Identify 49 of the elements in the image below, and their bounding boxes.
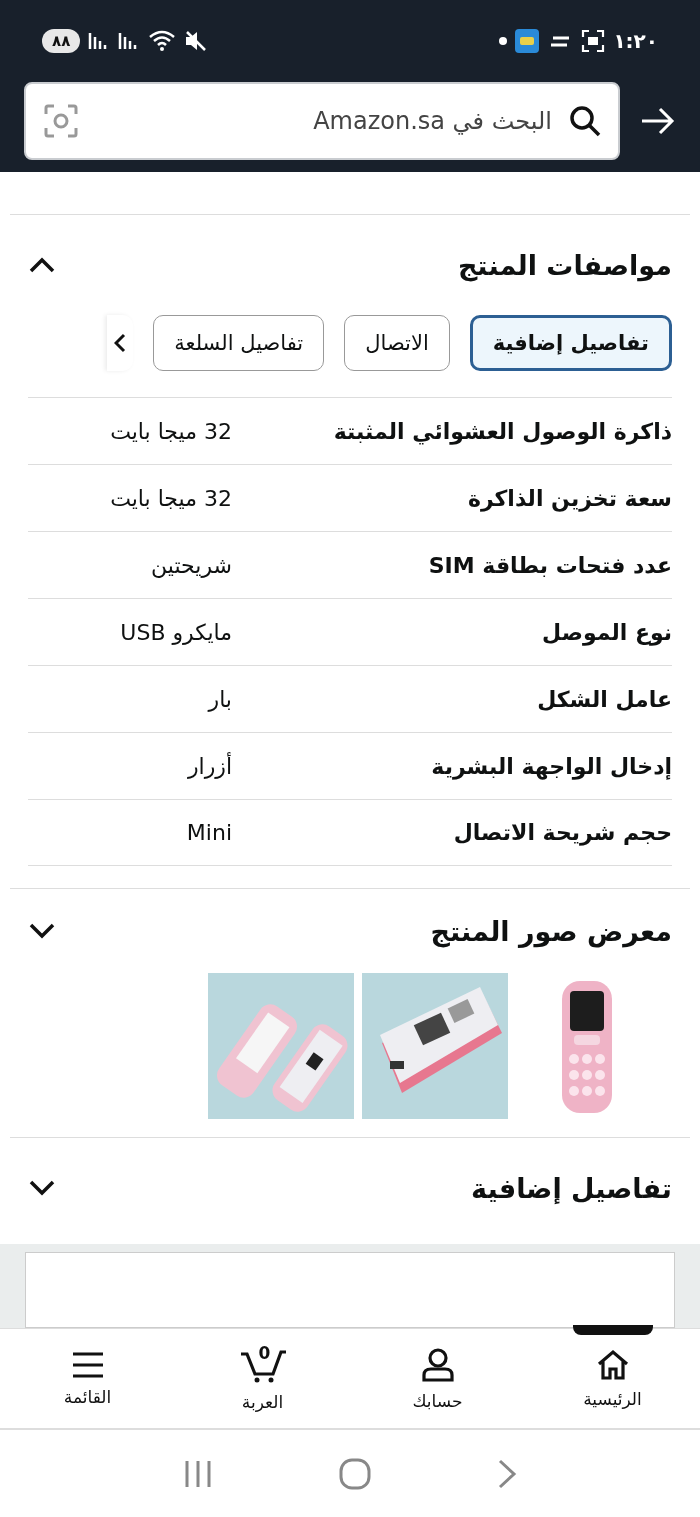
battery-level: ٨٨: [42, 29, 81, 53]
spec-name: عامل الشكل: [536, 686, 672, 712]
chevron-left-icon: [114, 333, 127, 353]
nav-label: القائمة: [63, 1386, 112, 1407]
spec-value: مايكرو USB: [119, 619, 232, 645]
menu-icon: [70, 1350, 105, 1379]
app-icon: [515, 29, 540, 53]
chevron-right-icon[interactable]: [497, 1457, 517, 1490]
spec-value: شريحتين: [150, 552, 232, 578]
recent-apps-icon[interactable]: [183, 1458, 213, 1489]
camera-icon[interactable]: [44, 104, 78, 138]
section-title: معرض صور المنتج: [430, 915, 672, 947]
person-icon: [420, 1346, 455, 1383]
nav-label: العربة: [241, 1391, 284, 1412]
scroll-button[interactable]: [107, 315, 134, 371]
spec-name: سعة تخزين الذاكرة: [466, 485, 672, 511]
spec-value: Mini: [185, 820, 232, 845]
spec-name: ذاكرة الوصول العشوائي المثبتة: [332, 418, 672, 444]
cart-count: 0: [258, 1343, 271, 1363]
spec-name: عدد فتحات بطاقة SIM: [427, 552, 672, 578]
dot-icon: [499, 37, 508, 45]
nav-item[interactable]: حسابك: [350, 1329, 525, 1428]
spec-name: حجم شريحة الاتصال: [452, 820, 672, 845]
caret-down-icon[interactable]: [28, 922, 56, 940]
spec-value: 32 ميجا بايت: [109, 418, 232, 444]
tab[interactable]: تفاصيل إضافية: [469, 315, 672, 371]
forward-arrow-icon[interactable]: [640, 106, 676, 136]
spec-value: 32 ميجا بايت: [109, 485, 232, 511]
spec-name: إدخال الواجهة البشرية: [430, 753, 672, 779]
tab[interactable]: الاتصال: [344, 315, 450, 371]
home-icon: [595, 1348, 630, 1381]
caret-up-icon[interactable]: [28, 256, 56, 274]
nav-item[interactable]: القائمة: [0, 1329, 175, 1428]
section-title: مواصفات المنتج: [457, 249, 672, 281]
nav-label: حسابك: [412, 1390, 463, 1411]
tab[interactable]: تفاصيل السلعة: [153, 315, 325, 371]
caret-down-icon[interactable]: [28, 1179, 56, 1197]
spec-value: بار: [206, 686, 232, 712]
section-title: تفاصيل إضافية: [471, 1172, 672, 1204]
search-icon: [568, 104, 602, 138]
screenshot-icon: [581, 29, 606, 53]
search-field[interactable]: البحث في Amazon.sa: [92, 106, 554, 136]
spec-value: أزرار: [186, 753, 232, 779]
wifi-icon: [148, 30, 177, 52]
spec-name: نوع الموصل: [541, 619, 672, 645]
nav-item[interactable]: الرئيسية: [525, 1329, 700, 1428]
clock-time: ١:٢٠: [613, 29, 658, 53]
nav-label: الرئيسية: [583, 1388, 642, 1409]
search-bar[interactable]: البحث في Amazon.sa: [24, 82, 620, 160]
